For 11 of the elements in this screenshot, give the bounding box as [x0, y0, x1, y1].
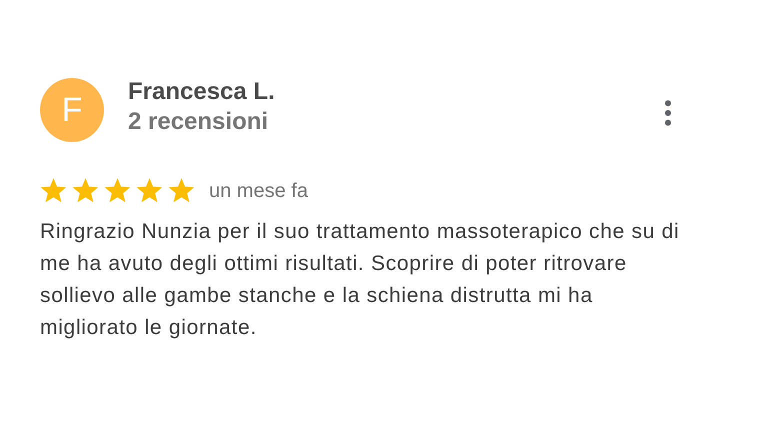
- author-name[interactable]: Francesca L.: [128, 77, 275, 107]
- star-icon: [136, 178, 163, 204]
- avatar: F: [40, 78, 104, 142]
- star-icon: [72, 178, 99, 204]
- star-icon: [40, 178, 67, 204]
- star-icon: [168, 178, 195, 204]
- review-count: 2 recensioni: [128, 107, 270, 137]
- review-time: un mese fa: [209, 180, 308, 202]
- more-options-icon[interactable]: [664, 100, 672, 126]
- review-text: Ringrazio Nunzia per il suo trattamento massoterapico che su di me ha avuto degli ottimi risultati. Scoprire di poter ritrovare sollievo alle gambe stanche e la schiena distrutta mi ha migliorato le giornate.: [40, 219, 680, 341]
- star-icon: [104, 178, 131, 204]
